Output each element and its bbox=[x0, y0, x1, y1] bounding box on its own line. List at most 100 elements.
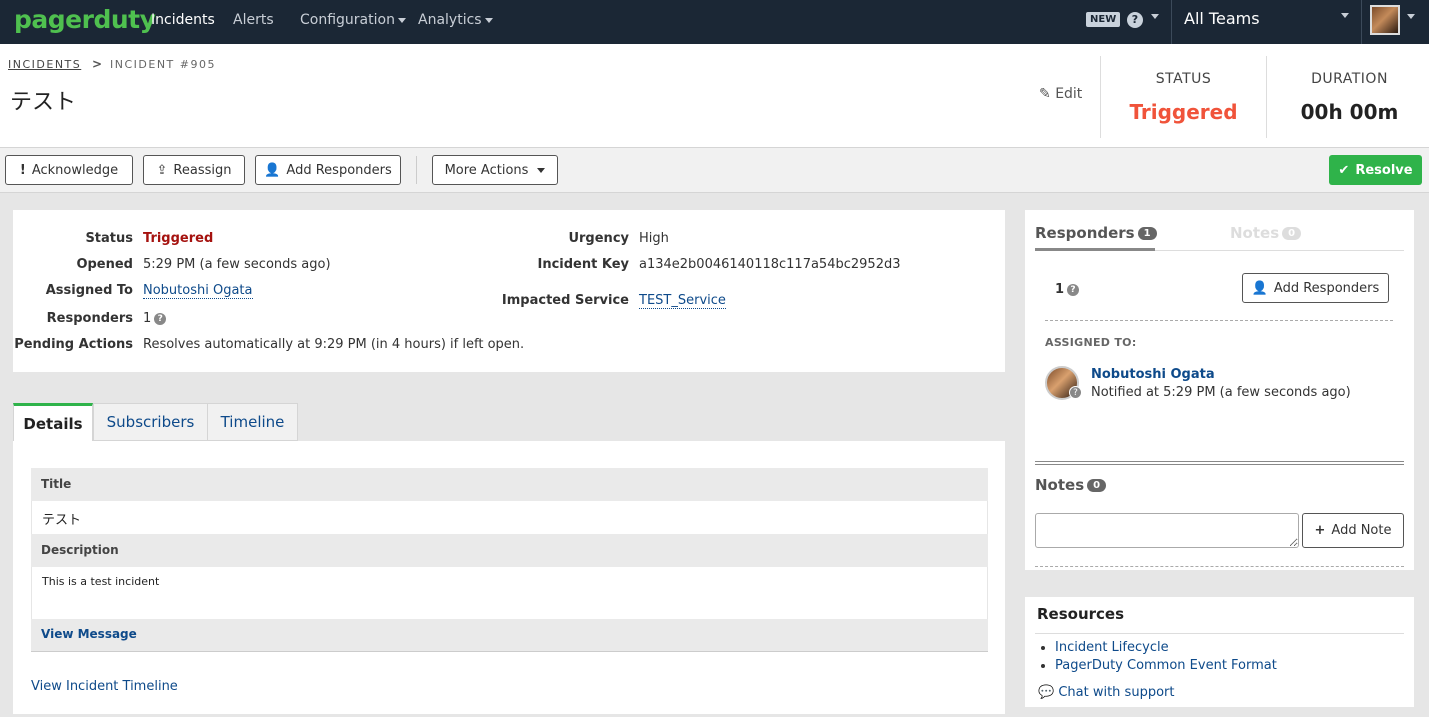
responder-notified: Notified at 5:29 PM (a few seconds ago) bbox=[1091, 385, 1351, 400]
resolve-button[interactable]: ✔ Resolve bbox=[1329, 155, 1422, 185]
resolve-label: Resolve bbox=[1355, 162, 1413, 178]
share-icon: ⇪ bbox=[156, 162, 168, 178]
add-responders-button[interactable]: 👤 Add Responders bbox=[255, 155, 401, 185]
responders-panel: Responders 1 Notes 0 1? 👤 Add Responders A… bbox=[1025, 210, 1414, 570]
resources-list: Incident Lifecycle PagerDuty Common Even… bbox=[1055, 639, 1277, 675]
incident-key-key: Incident Key bbox=[537, 257, 629, 272]
description-header: Description bbox=[31, 534, 988, 567]
tab-timeline[interactable]: Timeline bbox=[207, 403, 298, 441]
incident-key-val: a134e2b0046140118c117a54bc2952d3 bbox=[639, 257, 901, 272]
help-icon[interactable]: ? bbox=[1067, 283, 1080, 296]
help-icon[interactable]: ? bbox=[154, 312, 167, 325]
acknowledge-button[interactable]: ! Acknowledge bbox=[5, 155, 133, 185]
chevron-down-icon bbox=[397, 17, 406, 23]
duration-label: DURATION bbox=[1311, 71, 1388, 87]
view-timeline-link[interactable]: View Incident Timeline bbox=[31, 679, 178, 694]
nav-analytics[interactable]: Analytics bbox=[418, 12, 493, 28]
chat-support-label: Chat with support bbox=[1058, 685, 1175, 700]
tab-notes-label: Notes bbox=[1230, 224, 1280, 242]
nav-configuration[interactable]: Configuration bbox=[300, 12, 406, 28]
edit-button[interactable]: ✎ Edit bbox=[1039, 86, 1082, 102]
incident-header: INCIDENTS > INCIDENT #905 テスト ✎ Edit STA… bbox=[0, 44, 1429, 148]
tab-notes[interactable]: Notes 0 bbox=[1230, 224, 1302, 242]
nav-configuration-label: Configuration bbox=[300, 12, 395, 28]
new-badge[interactable]: NEW bbox=[1086, 12, 1121, 27]
add-responders-panel-label: Add Responders bbox=[1273, 280, 1380, 296]
help-icon[interactable]: ? bbox=[1127, 12, 1143, 28]
active-tab-indicator bbox=[1035, 248, 1155, 251]
status-val: Triggered bbox=[143, 231, 214, 246]
user-menu-chevron-icon[interactable] bbox=[1407, 14, 1415, 19]
nav-analytics-label: Analytics bbox=[418, 12, 482, 28]
help-chevron-down-icon[interactable] bbox=[1151, 14, 1159, 19]
pagerduty-logo[interactable]: pagerduty bbox=[14, 5, 156, 34]
tab-subscribers[interactable]: Subscribers bbox=[93, 403, 208, 441]
pencil-icon: ✎ bbox=[1039, 86, 1051, 102]
acknowledge-label: Acknowledge bbox=[31, 162, 119, 178]
team-select-label: All Teams bbox=[1184, 9, 1260, 28]
divider bbox=[1045, 320, 1393, 321]
responders-count-badge: 1 bbox=[1137, 227, 1157, 240]
add-user-icon: 👤 bbox=[264, 162, 281, 178]
service-link[interactable]: TEST_Service bbox=[639, 293, 726, 309]
reassign-label: Reassign bbox=[173, 162, 232, 178]
assigned-to-label: ASSIGNED TO: bbox=[1045, 336, 1137, 349]
event-format-link[interactable]: PagerDuty Common Event Format bbox=[1055, 658, 1277, 673]
add-responders-panel-button[interactable]: 👤 Add Responders bbox=[1242, 273, 1389, 303]
responders-val: 1 bbox=[143, 311, 152, 326]
divider bbox=[1035, 566, 1404, 567]
responder-name-link[interactable]: Nobutoshi Ogata bbox=[1091, 367, 1215, 382]
resources-title: Resources bbox=[1037, 605, 1125, 623]
tab-responders-label: Responders bbox=[1035, 224, 1135, 242]
add-note-button[interactable]: + Add Note bbox=[1302, 513, 1404, 548]
status-label: STATUS bbox=[1155, 71, 1212, 87]
user-avatar[interactable] bbox=[1370, 5, 1400, 35]
assigned-user-link[interactable]: Nobutoshi Ogata bbox=[143, 283, 253, 299]
responder-count-value: 1 bbox=[1055, 282, 1065, 297]
divider bbox=[416, 156, 417, 184]
page-title: テスト bbox=[10, 90, 77, 115]
reassign-button[interactable]: ⇪ Reassign bbox=[143, 155, 245, 185]
status-value: Triggered bbox=[1129, 100, 1238, 124]
more-actions-label: More Actions bbox=[444, 162, 529, 178]
nav-incidents[interactable]: Incidents bbox=[151, 12, 215, 28]
notes-badge: 0 bbox=[1087, 479, 1107, 492]
team-select[interactable]: All Teams bbox=[1171, 0, 1362, 44]
divider bbox=[1266, 56, 1267, 138]
breadcrumb-chevron-icon: > bbox=[92, 57, 103, 71]
chevron-down-icon bbox=[484, 17, 493, 23]
list-item: Incident Lifecycle bbox=[1055, 639, 1277, 657]
responder-count: 1? bbox=[1055, 282, 1080, 297]
assigned-key: Assigned To bbox=[45, 283, 133, 298]
notes-title: Notes bbox=[1035, 476, 1085, 494]
status-key: Status bbox=[85, 231, 133, 246]
plus-icon: + bbox=[1314, 523, 1326, 538]
notes-count-badge: 0 bbox=[1282, 227, 1302, 240]
details-panel: Title テスト Description This is a test inc… bbox=[13, 441, 1005, 714]
check-icon: ✔ bbox=[1338, 162, 1350, 178]
resources-panel: Resources Incident Lifecycle PagerDuty C… bbox=[1025, 597, 1414, 707]
title-value: テスト bbox=[31, 501, 988, 534]
description-value: This is a test incident bbox=[31, 567, 988, 619]
divider bbox=[1100, 56, 1101, 138]
nav-alerts[interactable]: Alerts bbox=[233, 12, 274, 28]
more-actions-button[interactable]: More Actions bbox=[432, 155, 558, 185]
incident-summary: Status Triggered Opened 5:29 PM (a few s… bbox=[13, 210, 1005, 372]
incident-lifecycle-link[interactable]: Incident Lifecycle bbox=[1055, 640, 1169, 655]
urgency-key: Urgency bbox=[568, 231, 629, 246]
status-question-icon: ? bbox=[1069, 386, 1082, 399]
chat-support-link[interactable]: 💬 Chat with support bbox=[1038, 685, 1174, 700]
tab-responders[interactable]: Responders 1 bbox=[1035, 224, 1157, 242]
view-message-link[interactable]: View Message bbox=[31, 619, 988, 652]
pending-key: Pending Actions bbox=[14, 337, 133, 352]
opened-key: Opened bbox=[76, 257, 133, 272]
notes-heading: Notes 0 bbox=[1035, 476, 1107, 494]
add-note-label: Add Note bbox=[1331, 523, 1392, 538]
tab-details[interactable]: Details bbox=[13, 403, 93, 441]
note-input[interactable] bbox=[1035, 513, 1299, 548]
chevron-down-icon bbox=[537, 167, 546, 173]
urgency-val: High bbox=[639, 231, 669, 246]
exclamation-icon: ! bbox=[19, 162, 26, 178]
breadcrumb-incidents[interactable]: INCIDENTS bbox=[8, 58, 81, 71]
top-nav: pagerduty Incidents Alerts Configuration… bbox=[0, 0, 1429, 44]
